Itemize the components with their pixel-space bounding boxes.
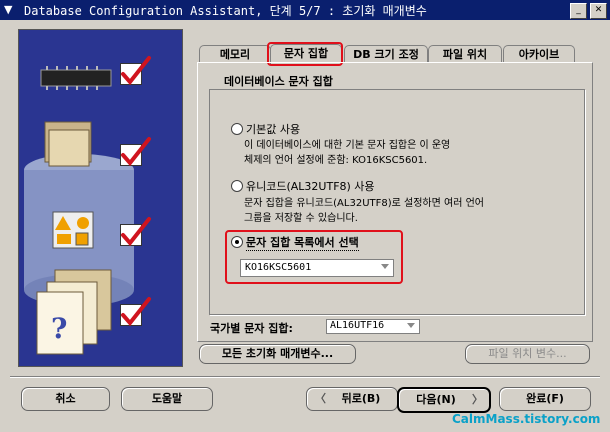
chevron-down-icon: [381, 264, 389, 269]
checkmark-icon: [121, 137, 151, 167]
default-charset-radio[interactable]: [231, 123, 243, 135]
tab-memory[interactable]: 메모리: [199, 45, 271, 63]
tab-db-sizing[interactable]: DB 크기 조정: [344, 45, 428, 63]
next-button-label: 다음(N): [416, 393, 456, 406]
checkmark-icon: [121, 297, 151, 327]
next-button[interactable]: 다음(N) 〉: [397, 387, 491, 413]
all-params-button[interactable]: 모든 초기화 매개변수...: [199, 344, 356, 364]
window-title: Database Configuration Assistant, 단계 5/7…: [24, 4, 427, 18]
back-button-label: 뒤로(B): [341, 392, 381, 405]
unicode-charset-desc-2: 그룹을 저장할 수 있습니다.: [244, 213, 358, 224]
finish-button[interactable]: 완료(F): [499, 387, 591, 411]
charset-list-value: KO16KSC5601: [245, 262, 312, 273]
national-charset-label: 국가별 문자 집합:: [210, 322, 293, 335]
tab-archive[interactable]: 아카이브: [503, 45, 575, 63]
national-charset-select[interactable]: AL16UTF16: [326, 319, 420, 334]
chevron-right-icon: 〉: [472, 393, 483, 406]
checkmark-icon: [121, 217, 151, 247]
help-button[interactable]: 도움말: [121, 387, 213, 411]
charset-list-radio[interactable]: [231, 236, 243, 248]
default-charset-label: 기본값 사용: [246, 123, 301, 136]
unicode-charset-desc-1: 문자 집합을 유니코드(AL32UTF8)로 설정하면 여러 언어: [244, 198, 484, 209]
checkmark-icon: [121, 56, 151, 86]
window-menu-icon[interactable]: ▼: [4, 3, 18, 16]
charset-list-label: 문자 집합 목록에서 선택: [246, 236, 359, 251]
back-button[interactable]: 〈 뒤로(B): [306, 387, 398, 411]
unicode-charset-label: 유니코드(AL32UTF8) 사용: [246, 180, 375, 193]
watermark: CalmMass.tistory.com: [452, 412, 601, 426]
file-location-vars-button[interactable]: 파일 위치 변수...: [465, 344, 590, 364]
unicode-charset-radio[interactable]: [231, 180, 243, 192]
minimize-button[interactable]: _: [570, 3, 587, 19]
default-charset-desc-2: 체제의 언어 설정에 준함: KO16KSC5601.: [244, 155, 428, 166]
checkmarks: [121, 56, 151, 327]
charset-list-select[interactable]: KO16KSC5601: [240, 259, 394, 277]
chevron-left-icon: 〈: [315, 392, 326, 405]
national-charset-value: AL16UTF16: [330, 320, 385, 331]
charset-group-label: 데이터베이스 문자 집합: [220, 73, 337, 89]
chevron-down-icon: [407, 323, 415, 328]
default-charset-desc-1: 이 데이터베이스에 대한 기본 문자 집합은 이 운영: [244, 140, 451, 151]
tab-file-location[interactable]: 파일 위치: [428, 45, 502, 63]
title-bar: ▼ Database Configuration Assistant, 단계 5…: [0, 0, 610, 20]
wizard-graphic-panel: ?: [18, 29, 183, 367]
separator: [10, 376, 600, 378]
cancel-button[interactable]: 취소: [21, 387, 110, 411]
close-button[interactable]: ✕: [590, 3, 607, 19]
